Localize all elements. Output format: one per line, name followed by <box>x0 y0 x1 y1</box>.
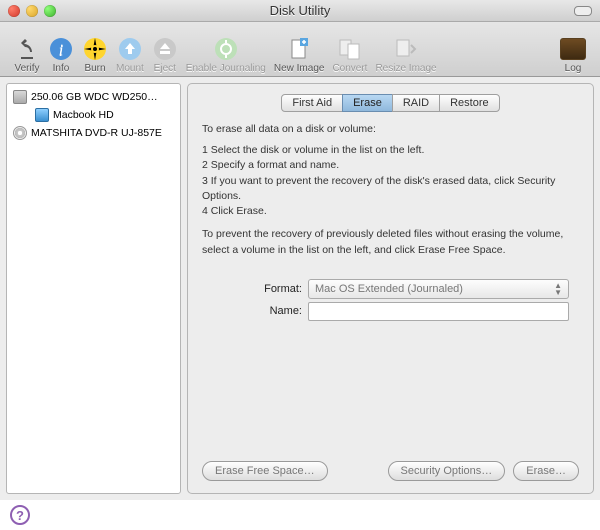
format-row: Format: Mac OS Extended (Journaled) ▲▼ <box>242 279 569 299</box>
minimize-icon[interactable] <box>26 5 38 17</box>
tab-bar: First Aid Erase RAID Restore <box>202 94 579 112</box>
tab-restore[interactable]: Restore <box>439 94 500 112</box>
verify-button[interactable]: Verify <box>10 24 44 74</box>
convert-button[interactable]: Convert <box>328 24 371 74</box>
svg-text:i: i <box>59 42 63 59</box>
close-icon[interactable] <box>8 5 20 17</box>
chevron-updown-icon: ▲▼ <box>554 282 562 296</box>
content-area: 250.06 GB WDC WD250… Macbook HD MATSHITA… <box>0 77 600 500</box>
burn-icon <box>82 36 108 62</box>
zoom-icon[interactable] <box>44 5 56 17</box>
microscope-icon <box>14 36 40 62</box>
burn-button[interactable]: Burn <box>78 24 112 74</box>
name-input[interactable] <box>308 302 569 321</box>
hdd-icon <box>13 90 27 104</box>
pane-button-row: Erase Free Space… Security Options… Eras… <box>202 453 579 481</box>
resize-image-button[interactable]: Resize Image <box>371 24 440 74</box>
info-icon: i <box>48 36 74 62</box>
instructions-text: To erase all data on a disk or volume: 1… <box>202 122 579 264</box>
toolbar: Verify i Info Burn Mount Eject Enable Jo… <box>0 22 600 77</box>
name-label: Name: <box>242 305 302 317</box>
security-options-button[interactable]: Security Options… <box>388 461 506 481</box>
convert-icon <box>337 36 363 62</box>
resize-icon <box>393 36 419 62</box>
enable-journaling-button[interactable]: Enable Journaling <box>182 24 270 74</box>
erase-button[interactable]: Erase… <box>513 461 579 481</box>
window-controls <box>8 5 56 17</box>
titlebar: Disk Utility <box>0 0 600 22</box>
new-image-button[interactable]: New Image <box>270 24 329 74</box>
volume-icon <box>35 108 49 122</box>
eject-icon <box>152 36 178 62</box>
disk-list[interactable]: 250.06 GB WDC WD250… Macbook HD MATSHITA… <box>6 83 181 494</box>
window-title: Disk Utility <box>8 3 592 18</box>
tab-first-aid[interactable]: First Aid <box>281 94 343 112</box>
toolbar-toggle-icon[interactable] <box>574 6 592 16</box>
disk-item-volume[interactable]: Macbook HD <box>7 106 180 124</box>
footer: ? <box>0 500 600 530</box>
journal-icon <box>213 36 239 62</box>
mount-button[interactable]: Mount <box>112 24 148 74</box>
log-icon <box>560 36 586 62</box>
disk-item-optical[interactable]: MATSHITA DVD-R UJ-857E <box>7 124 180 142</box>
mount-icon <box>117 36 143 62</box>
help-icon[interactable]: ? <box>10 505 30 525</box>
info-button[interactable]: i Info <box>44 24 78 74</box>
detail-pane: First Aid Erase RAID Restore To erase al… <box>187 83 594 494</box>
eject-button[interactable]: Eject <box>148 24 182 74</box>
tab-erase[interactable]: Erase <box>342 94 393 112</box>
new-image-icon <box>286 36 312 62</box>
format-select[interactable]: Mac OS Extended (Journaled) ▲▼ <box>308 279 569 299</box>
erase-free-space-button[interactable]: Erase Free Space… <box>202 461 328 481</box>
format-label: Format: <box>242 283 302 295</box>
optical-icon <box>13 126 27 140</box>
name-row: Name: <box>242 302 569 321</box>
log-button[interactable]: Log <box>556 24 590 74</box>
disk-item-physical[interactable]: 250.06 GB WDC WD250… <box>7 88 180 106</box>
tab-raid[interactable]: RAID <box>392 94 440 112</box>
